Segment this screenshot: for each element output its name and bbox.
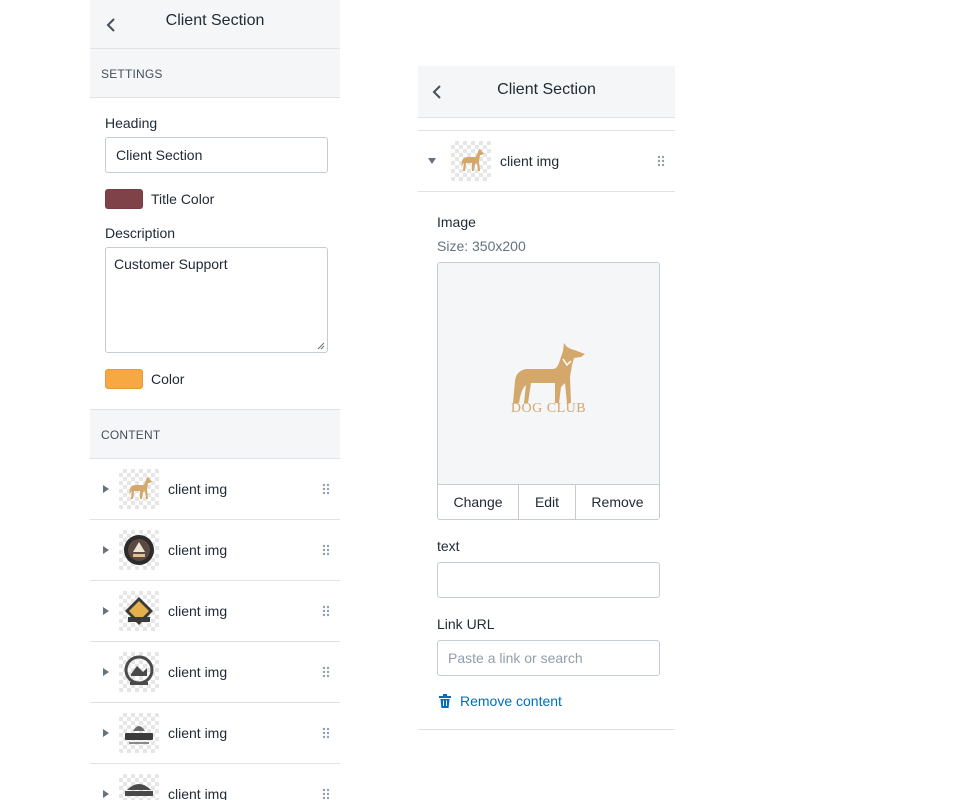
round-badge-logo-icon (119, 530, 159, 570)
heading-input[interactable]: Client Section (105, 137, 328, 173)
image-picker: DOG CLUB Change Edit Remove (437, 262, 660, 520)
remove-content-button[interactable]: Remove content (437, 693, 660, 709)
heading-label: Heading (105, 115, 158, 131)
drag-handle-icon[interactable] (322, 788, 330, 800)
expand-caret[interactable] (96, 790, 116, 798)
left-panel-header: Client Section (90, 0, 340, 49)
block-editor-panel: Client Section client img Image Size: 35… (418, 66, 675, 730)
remove-image-button[interactable]: Remove (576, 485, 659, 519)
banner-logo-icon (119, 774, 159, 800)
block-row[interactable]: client img (90, 642, 340, 703)
text-label: text (437, 538, 460, 554)
expand-caret[interactable] (96, 546, 116, 554)
drag-handle-icon[interactable] (322, 666, 330, 678)
caret-right-icon (103, 729, 109, 737)
dog-club-logo-icon (451, 141, 491, 181)
chevron-left-icon (106, 18, 115, 32)
description-text: Customer Support (114, 256, 228, 272)
logo-text: DOG CLUB (510, 400, 587, 416)
expand-caret[interactable] (96, 729, 116, 737)
caret-right-icon (103, 485, 109, 493)
dog-club-logo-image (512, 342, 585, 403)
left-sidebar-panel: Client Section SETTINGS Heading Client S… (90, 0, 340, 800)
text-input[interactable] (437, 562, 660, 598)
block-label: client img (168, 664, 228, 680)
caret-down-icon (428, 158, 436, 164)
diamond-badge-logo-icon (119, 591, 159, 631)
caret-right-icon (103, 546, 109, 554)
divider (418, 118, 675, 131)
color-label: Color (151, 371, 185, 387)
block-label: client img (168, 603, 228, 619)
change-image-button[interactable]: Change (438, 485, 519, 519)
edit-image-button[interactable]: Edit (519, 485, 576, 519)
block-label: client img (168, 786, 228, 800)
caret-right-icon (103, 607, 109, 615)
image-size-hint: Size: 350x200 (437, 238, 526, 254)
block-settings-form: Image Size: 350x200 DOG CLUB Change Edit… (418, 192, 675, 709)
block-row[interactable]: client img (90, 459, 340, 520)
drag-handle-icon[interactable] (322, 544, 330, 556)
settings-body: Heading Client Section Title Color Descr… (90, 98, 340, 410)
collapse-caret[interactable] (422, 158, 442, 164)
expand-caret[interactable] (96, 668, 116, 676)
block-label: client img (168, 481, 228, 497)
dog-food-logo-icon (119, 713, 159, 753)
content-section-header: CONTENT (90, 410, 340, 459)
chevron-left-icon (432, 85, 441, 99)
description-textarea[interactable]: Customer Support (105, 247, 328, 353)
right-panel-header: Client Section (418, 66, 675, 118)
description-label: Description (105, 225, 176, 241)
panel-title: Client Section (497, 81, 596, 98)
drag-handle-icon[interactable] (322, 483, 330, 495)
block-row[interactable]: client img (90, 703, 340, 764)
expand-caret[interactable] (96, 485, 116, 493)
drag-handle-icon[interactable] (322, 727, 330, 739)
block-label: client img (168, 542, 228, 558)
block-row[interactable]: client img (90, 520, 340, 581)
back-button[interactable] (424, 79, 450, 105)
expanded-block-row[interactable]: client img (418, 131, 675, 192)
block-row[interactable]: client img (90, 581, 340, 642)
expand-caret[interactable] (96, 607, 116, 615)
image-preview: DOG CLUB (438, 263, 659, 485)
title-color-swatch[interactable] (105, 189, 143, 209)
settings-section-header: SETTINGS (90, 49, 340, 98)
image-label: Image (437, 214, 476, 230)
drag-handle-icon[interactable] (322, 605, 330, 617)
circle-emblem-logo-icon (119, 652, 159, 692)
link-url-label: Link URL (437, 616, 495, 632)
block-label: client img (168, 725, 228, 741)
block-row[interactable]: client img (90, 764, 340, 800)
resize-grip-icon[interactable] (317, 342, 325, 350)
caret-right-icon (103, 668, 109, 676)
block-label: client img (500, 153, 560, 169)
color-row: Color (105, 369, 328, 389)
trash-icon (437, 693, 453, 709)
back-button[interactable] (98, 12, 124, 38)
image-actions: Change Edit Remove (438, 485, 659, 519)
dog-club-logo-icon (119, 469, 159, 509)
panel-title: Client Section (165, 12, 265, 29)
drag-handle-icon[interactable] (657, 155, 665, 167)
title-color-row: Title Color (105, 189, 328, 209)
remove-content-label: Remove content (460, 693, 562, 709)
caret-right-icon (103, 790, 109, 798)
color-swatch[interactable] (105, 369, 143, 389)
link-url-input[interactable]: Paste a link or search (437, 640, 660, 676)
title-color-label: Title Color (151, 191, 215, 207)
